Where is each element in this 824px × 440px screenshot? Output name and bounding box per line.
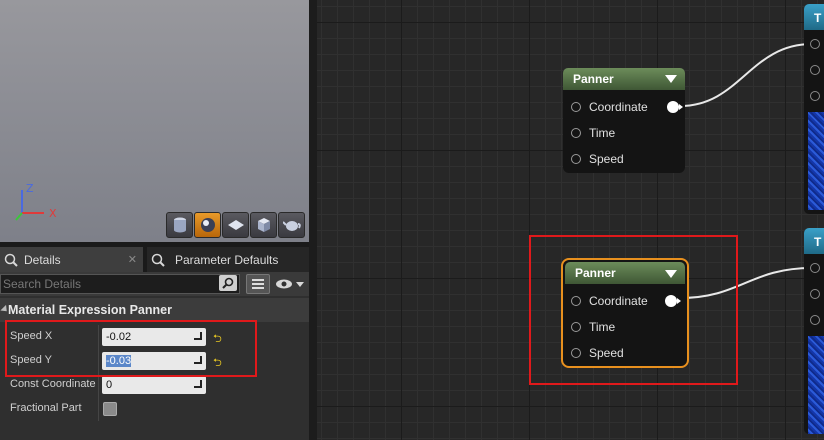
texture-node-header[interactable]: T <box>804 4 824 30</box>
input-pin-icon[interactable] <box>810 315 820 325</box>
input-pin-icon[interactable] <box>571 128 581 138</box>
pin-label: Speed <box>589 152 624 166</box>
pin-speed[interactable]: Speed <box>571 146 624 172</box>
texture-node-1[interactable]: T <box>804 4 824 214</box>
node-title: Panner <box>573 72 614 86</box>
pin-label: Time <box>589 126 616 140</box>
texture-preview <box>808 112 824 210</box>
input-pin-icon[interactable] <box>810 39 820 49</box>
input-pin-icon[interactable] <box>810 289 820 299</box>
chevron-down-icon[interactable] <box>665 75 677 83</box>
texture-node-header[interactable]: T <box>804 228 824 254</box>
output-pin-icon[interactable] <box>667 101 683 113</box>
texture-preview <box>808 336 824 434</box>
pin-label: Coordinate <box>589 100 648 114</box>
wire-coordinate-1[interactable] <box>679 43 813 107</box>
input-pin-icon[interactable] <box>810 65 820 75</box>
input-pin-icon[interactable] <box>810 263 820 273</box>
pin-coordinate[interactable]: Coordinate <box>571 94 648 120</box>
input-pin-icon[interactable] <box>571 102 581 112</box>
input-pin-icon[interactable] <box>571 154 581 164</box>
pin-time[interactable]: Time <box>571 120 615 146</box>
panner-node-1[interactable]: Panner Coordinate Time Speed <box>563 68 685 173</box>
input-pin-icon[interactable] <box>810 91 820 101</box>
material-editor: Z X Details ✕ Parameter Defaults Search … <box>0 0 824 440</box>
node-highlight-box <box>529 235 738 385</box>
node-header[interactable]: Panner <box>563 68 685 90</box>
texture-node-2[interactable]: T <box>804 228 824 434</box>
